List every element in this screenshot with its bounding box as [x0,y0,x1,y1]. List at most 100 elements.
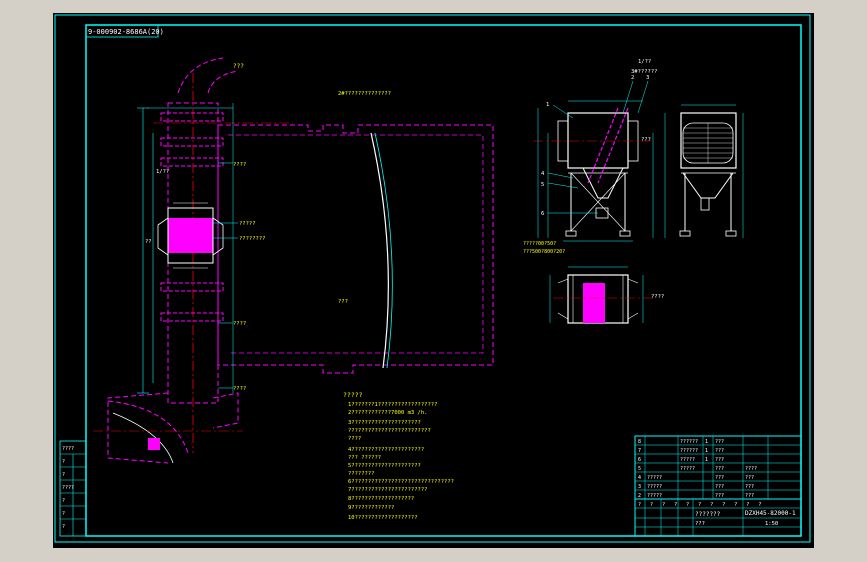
left-strip-label-3: ???? [62,485,74,491]
unit-plan-view: ???? [549,266,664,324]
plan-top-label: 2#?????????????? [338,91,391,97]
parts-header-3: ? [674,502,677,508]
parts-row-0-qty: 1 [705,439,708,445]
plan-dim-2: ?? [145,239,152,245]
drawing-scale: 1:50 [765,521,778,527]
plan-note-1: ???? [233,162,246,168]
duct-top-bend [177,57,224,94]
tech-req-line-10: 7??????????????????????? [348,487,427,493]
left-strip-label-0: ???? [62,446,74,452]
parts-row-4-note: ??? [745,475,754,481]
elevation-side-view [664,104,744,238]
parts-header-10: ? [758,502,761,508]
parts-row-3-no: 5 [638,466,641,472]
elev-bottom-note-1: ?????00?50? [523,241,556,247]
tech-req-line-7: 5????????????????????? [348,463,421,469]
duct-bottom-elbow [107,392,169,464]
parts-row-2-qty: 1 [705,457,708,463]
plan-note-2: ???? [233,321,246,327]
parts-row-5-name: ????? [647,484,662,490]
parts-header-5: ? [698,502,701,508]
parts-header-7: ? [722,502,725,508]
plan-room-label: ??? [338,299,348,305]
parts-row-1-qty: 1 [705,448,708,454]
parts-row-2-name: ????? [680,457,695,463]
tech-req-line-13: 10??????????????????? [348,515,418,521]
tech-req-line-3: ????????????????????????? [348,428,431,434]
tech-req-line-1: 2????????????7000 m3 /h. [348,410,427,416]
parts-row-6-qty: ??? [715,493,724,499]
elev-top-label-1: 1/?? [638,59,651,65]
parts-row-2-note: ??? [715,457,724,463]
left-strip-label-4: ? [62,498,65,504]
project-name: ??????? [695,511,721,518]
tech-req-line-4: ???? [348,436,361,442]
left-strip-label-5: ? [62,511,65,517]
parts-row-4-name: ????? [647,475,662,481]
cad-drawing: 9-000902-8686A(20) ???? ? ? ???? ? ? ? ?… [54,14,811,543]
plan-filter-label-2: ???????? [239,236,266,242]
parts-row-1-no: 7 [638,448,641,454]
plan-duct-label: ??? [233,63,244,70]
elev-callout-4: 4 [541,171,545,177]
title-block: 8 ?????? 1 ??? 7 ?????? 1 ??? 6 ????? 1 … [634,435,802,537]
drawing-code: DZXH45-82000-1 [745,510,796,517]
parts-header-8: ? [734,502,737,508]
project-sub: ??? [695,521,705,527]
parts-row-6-name: ????? [647,493,662,499]
tech-req-line-9: 6??????????????????????????????? [348,479,454,485]
tech-req-line-11: 8??????????????????? [348,496,414,502]
parts-row-3-qty: ??? [715,466,724,472]
elev-top-label-2: 3#?????? [631,69,658,75]
tech-req-line-6: ??? ?????? [348,455,381,461]
room-outline [217,124,494,374]
parts-row-2-no: 6 [638,457,641,463]
elev-side-dim: ??? [641,137,651,143]
parts-row-3-name: ????? [680,466,695,472]
parts-row-5-note: ??? [745,484,754,490]
elevation-front-view: 1 2 3 4 5 6 1/?? 3#?????? ??? ?????00?50… [523,59,658,255]
parts-header-9: ? [746,502,749,508]
left-strip-label-1: ? [62,459,65,465]
parts-row-0-name: ?????? [680,439,698,445]
tech-req-line-2: 3????????????????????? [348,420,421,426]
parts-row-6-no: 2 [638,493,641,499]
tech-req-line-12: 9????????????? [348,505,394,511]
unit-plan-dim: ???? [651,294,664,300]
parts-row-3-note: ???? [745,466,757,472]
parts-row-5-no: 3 [638,484,641,490]
elev-callout-6: 6 [541,211,544,217]
plan-filter-label-1: ????? [239,221,256,227]
tech-requirements: ????? 1???????1?????????????????? 2?????… [343,391,454,521]
parts-header-6: ? [710,502,713,508]
plan-dim-1: 1/?? [156,169,169,175]
tech-req-line-5: 4?????????????????????? [348,447,424,453]
plan-elbow-label: ???? [233,386,246,392]
elev-bottom-note-2: ???500?800?20? [523,249,565,255]
parts-row-1-name: ?????? [680,448,698,454]
cad-viewport[interactable]: 9-000902-8686A(20) ???? ? ? ???? ? ? ? ?… [53,13,814,548]
parts-row-1-note: ??? [715,448,724,454]
parts-row-0-note: ??? [715,439,724,445]
left-strip-label-6: ? [62,524,65,530]
parts-row-5-qty: ??? [715,484,724,490]
filter-unit [168,218,213,253]
drawing-no: 9-000902-8686A(20) [88,28,164,36]
elev-callout-1: 1 [546,102,549,108]
tech-req-line-8: ???????? [348,471,375,477]
parts-row-4-qty: ??? [715,475,724,481]
elev-callout-3: 3 [646,75,649,81]
elev-callout-2: 2 [631,75,634,81]
left-strip-label-2: ? [62,472,65,478]
parts-row-0-no: 8 [638,439,641,445]
parts-header-0: ? [638,502,641,508]
parts-header-1: ? [650,502,653,508]
elev-callout-5: 5 [541,182,544,188]
tech-req-title: ????? [343,391,363,399]
left-strip-table: ???? ? ? ???? ? ? ? [59,440,87,537]
parts-row-6-note: ??? [745,493,754,499]
parts-header-2: ? [662,502,665,508]
tech-req-line-0: 1???????1?????????????????? [348,402,437,408]
parts-header-4: ? [686,502,689,508]
parts-row-4-no: 4 [638,475,641,481]
